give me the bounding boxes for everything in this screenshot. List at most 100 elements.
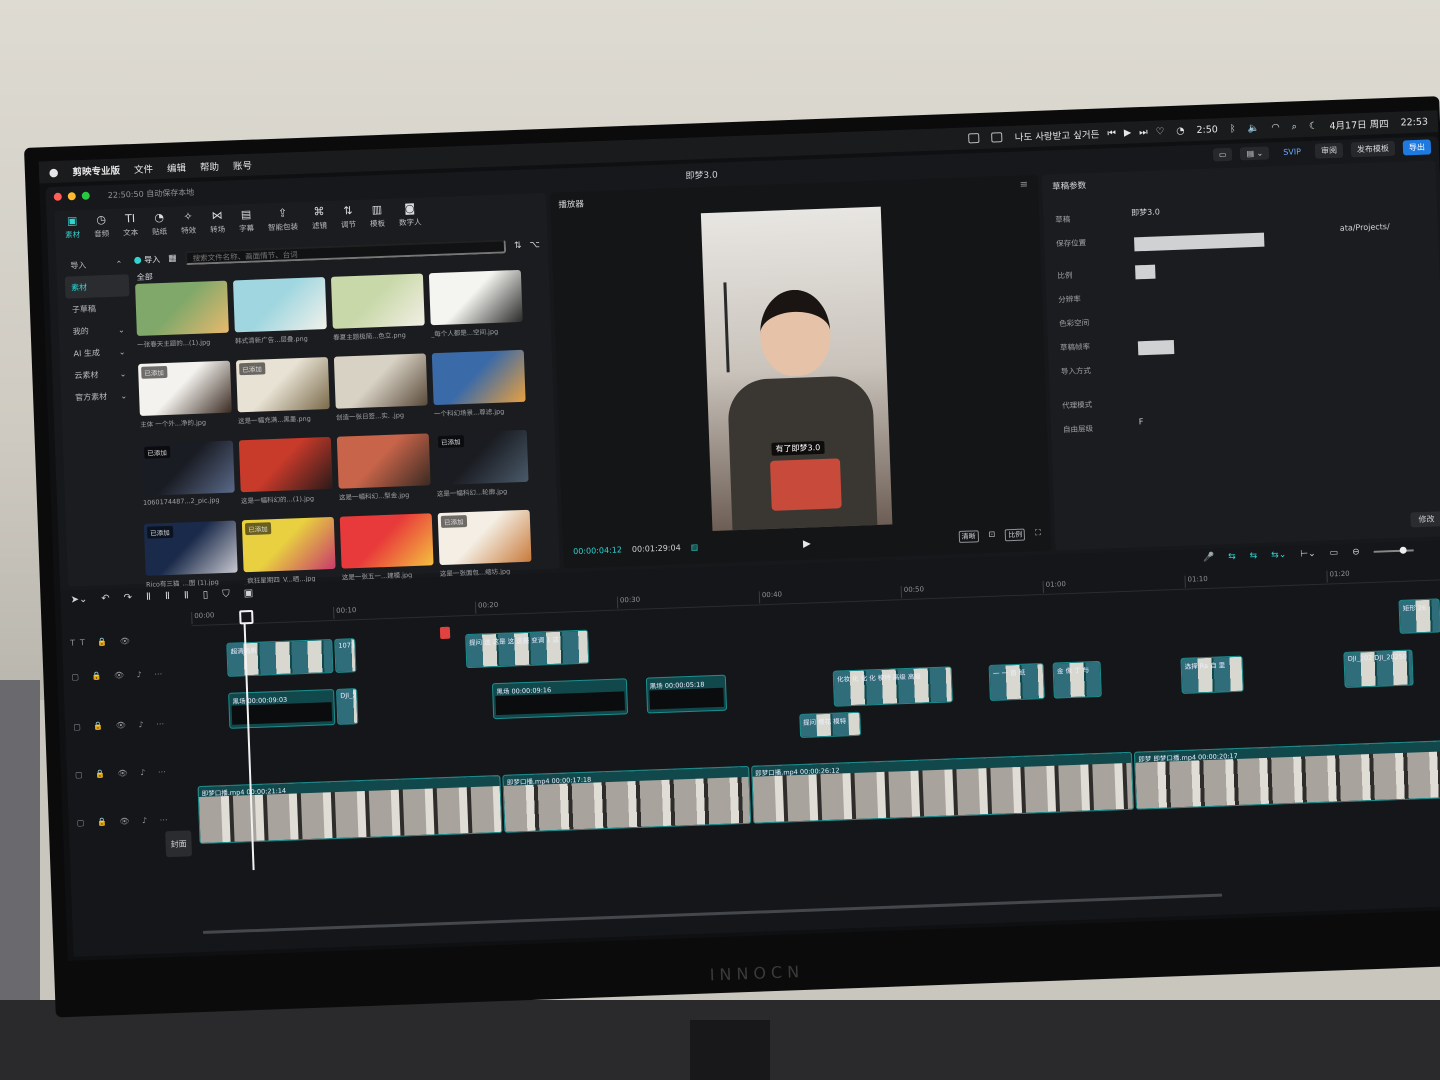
notes-icon[interactable]: ≡ <box>620 949 651 961</box>
media-thumbnail[interactable] <box>428 269 523 326</box>
image-clip[interactable]: 提问 樱花 模特 <box>798 711 862 738</box>
image-clip[interactable]: 矩形 26 <box>1398 598 1440 634</box>
main-video-clip[interactable]: 即梦 即梦口播.mp4 00:00:20:17 <box>1134 739 1440 810</box>
focus-icon[interactable]: ⊡ <box>988 530 995 542</box>
import-button[interactable]: 导入 <box>134 254 160 266</box>
redo-icon[interactable]: ↷ <box>124 592 133 603</box>
sidebar-item-4[interactable]: AI 生成 ⌄ <box>67 340 132 364</box>
media-thumbnail[interactable] <box>339 513 434 569</box>
tool-8[interactable]: ⌘ 滤镜 <box>311 205 327 232</box>
media-thumbnail[interactable]: 已添加 <box>137 360 232 416</box>
tool-3[interactable]: ◔ 贴纸 <box>151 211 167 238</box>
snap-icon[interactable]: ⇆⌄ <box>1271 550 1286 561</box>
search-input[interactable] <box>184 239 507 266</box>
image-clip[interactable]: DJI_202 DJI_20250 <box>1343 649 1414 688</box>
preview-icon[interactable]: ▭ <box>905 939 936 961</box>
feishu-icon[interactable]: ✈ <box>827 942 858 961</box>
layout-button[interactable]: ▭ <box>1212 147 1233 161</box>
preview-subtitle[interactable]: 有了即梦3.0 <box>771 440 825 456</box>
capcut-icon[interactable]: ✂ <box>866 940 897 961</box>
main-video-clip[interactable]: 即梦口播.mp4 00:00:17:18 <box>502 765 752 833</box>
apple-icon[interactable]: ● <box>49 165 59 178</box>
volume-icon[interactable]: 🔈 <box>1247 122 1259 133</box>
sort-icon[interactable]: ⇅ <box>514 241 522 251</box>
undo-icon[interactable]: ↶ <box>101 593 110 604</box>
ratio-button[interactable]: 比例 <box>1005 528 1026 542</box>
menu-help[interactable]: 帮助 <box>200 159 219 174</box>
bluetooth-icon[interactable]: ᛒ <box>1230 123 1236 134</box>
media-item[interactable]: 已添加 1060174487...2_pic.jpg <box>140 440 236 518</box>
image-clip[interactable]: DJI_2 <box>336 688 359 725</box>
camera-icon[interactable]: ■ <box>1023 934 1054 961</box>
timeline-scrollbar[interactable] <box>202 893 1223 934</box>
media-item[interactable]: 一张春天主题的...(1).jpg <box>135 280 230 358</box>
power-icon[interactable]: ⏻ <box>698 946 730 961</box>
media-item[interactable]: 这是一幅科幻的...(1).jpg <box>238 436 334 514</box>
launchpad-icon[interactable]: ⠿ <box>542 952 573 961</box>
wifi-icon[interactable]: ◠ <box>1271 121 1280 132</box>
chrome-icon[interactable]: ◉ <box>581 951 612 961</box>
sidebar-item-6[interactable]: 官方素材 ⌄ <box>69 384 134 408</box>
image-clip[interactable]: 金 像 丁 与 <box>1052 660 1102 699</box>
tool-10[interactable]: ▥ 模板 <box>369 203 385 230</box>
zoom-slider[interactable] <box>1373 549 1414 553</box>
sidebar-item-2[interactable]: 子草稿 <box>66 296 131 320</box>
search-icon[interactable]: ⌕ <box>1291 121 1297 132</box>
link-icon[interactable]: ⇆ <box>1228 552 1236 562</box>
media-thumbnail[interactable] <box>238 436 333 493</box>
image-clip[interactable]: 化妆 化 化 化 模特 高级 高级 <box>832 666 953 707</box>
tool-2[interactable]: TI 文本 <box>122 212 138 239</box>
media-item[interactable]: 创造一张日签...实. .jpg <box>333 353 429 430</box>
status-icon-1[interactable] <box>968 132 980 144</box>
mic-icon[interactable]: 🎤 <box>1203 553 1215 563</box>
tool-1[interactable]: ◷ 音频 <box>93 213 109 240</box>
cover-button[interactable]: 封面 <box>165 830 193 858</box>
split-right-icon[interactable]: Ⅱ <box>184 590 189 601</box>
image-clip[interactable]: 一 一 首 纸 <box>988 662 1045 701</box>
track-3-header[interactable]: ▢ 🔒 👁 ♪ ⋯ <box>75 767 171 780</box>
review-button[interactable]: 审阅 <box>1314 142 1344 159</box>
black-clip[interactable]: 黑场 00:00:09:03 <box>228 689 336 729</box>
main-video-clip[interactable]: 即梦口播.mp4 00:00:26:12 <box>750 751 1135 824</box>
waveform-icon[interactable]: ▥ <box>691 542 699 551</box>
menu-edit[interactable]: 编辑 <box>167 160 186 175</box>
prev-track-icon[interactable]: ⏮ <box>1107 127 1116 138</box>
now-playing[interactable]: 나도 사랑받고 싶거든 ⏮ ▶ ⏭ ♡ <box>1014 124 1165 144</box>
track-2-header[interactable]: ▢ 🔒 👁 ♪ ⋯ <box>73 719 169 732</box>
image-clip[interactable]: 10737 <box>334 638 357 673</box>
trash-icon[interactable]: ▯ <box>1073 933 1104 961</box>
tool-7[interactable]: ⇪ 智能包装 <box>267 206 298 233</box>
media-thumbnail[interactable]: 已添加 <box>241 516 336 573</box>
close-window-button[interactable] <box>53 192 62 201</box>
media-thumbnail[interactable]: 已添加 <box>434 429 529 486</box>
black-clip[interactable]: 黑场 00:00:09:16 <box>492 678 628 720</box>
tool-11[interactable]: ◙ 数字人 <box>398 201 422 228</box>
media-thumbnail[interactable] <box>336 433 431 489</box>
tool-9[interactable]: ⇅ 调节 <box>340 204 356 231</box>
svip-badge[interactable]: SVIP <box>1277 144 1307 158</box>
track-1-header[interactable]: ▢ 🔒 👁 ♪ ⋯ <box>71 669 167 682</box>
image-clip[interactable]: 选择 Ra 自 里 <box>1180 655 1244 694</box>
tool-6[interactable]: ▤ 字幕 <box>238 208 254 235</box>
app-orange-icon[interactable]: ◆ <box>944 937 976 961</box>
sidebar-item-3[interactable]: 我的 ⌄ <box>66 318 131 342</box>
netease-music-icon[interactable]: ♫ <box>777 943 808 961</box>
media-item[interactable]: 春夏主题极简...色立.png <box>330 273 426 350</box>
tool-5[interactable]: ⋈ 转场 <box>209 209 225 236</box>
media-thumbnail[interactable] <box>330 273 425 329</box>
fullscreen-icon[interactable]: ⛶ <box>1035 528 1041 540</box>
menu-file[interactable]: 文件 <box>134 161 153 176</box>
settings-icon[interactable]: ⚙ <box>659 948 690 961</box>
caption-icon[interactable]: ▣ <box>244 588 254 599</box>
media-item[interactable]: 一个科幻场景...尊滤.jpg <box>431 349 527 427</box>
tool-4[interactable]: ✧ 特效 <box>180 210 196 237</box>
media-item[interactable]: 韩式清新广告...层叠.png <box>232 277 328 354</box>
sidebar-item-1[interactable]: 素材 <box>64 274 130 299</box>
export-button[interactable]: 导出 <box>1402 138 1432 155</box>
sidebar-item-0[interactable]: 导入 ⌃ <box>64 252 129 276</box>
zoom-window-button[interactable] <box>81 191 90 200</box>
timer-icon[interactable]: ◔ <box>1176 125 1185 136</box>
menu-time[interactable]: 22:53 <box>1400 116 1428 128</box>
black-clip[interactable]: 黑场 00:00:05:18 <box>645 674 727 714</box>
play-button[interactable]: ▶ <box>803 538 811 549</box>
